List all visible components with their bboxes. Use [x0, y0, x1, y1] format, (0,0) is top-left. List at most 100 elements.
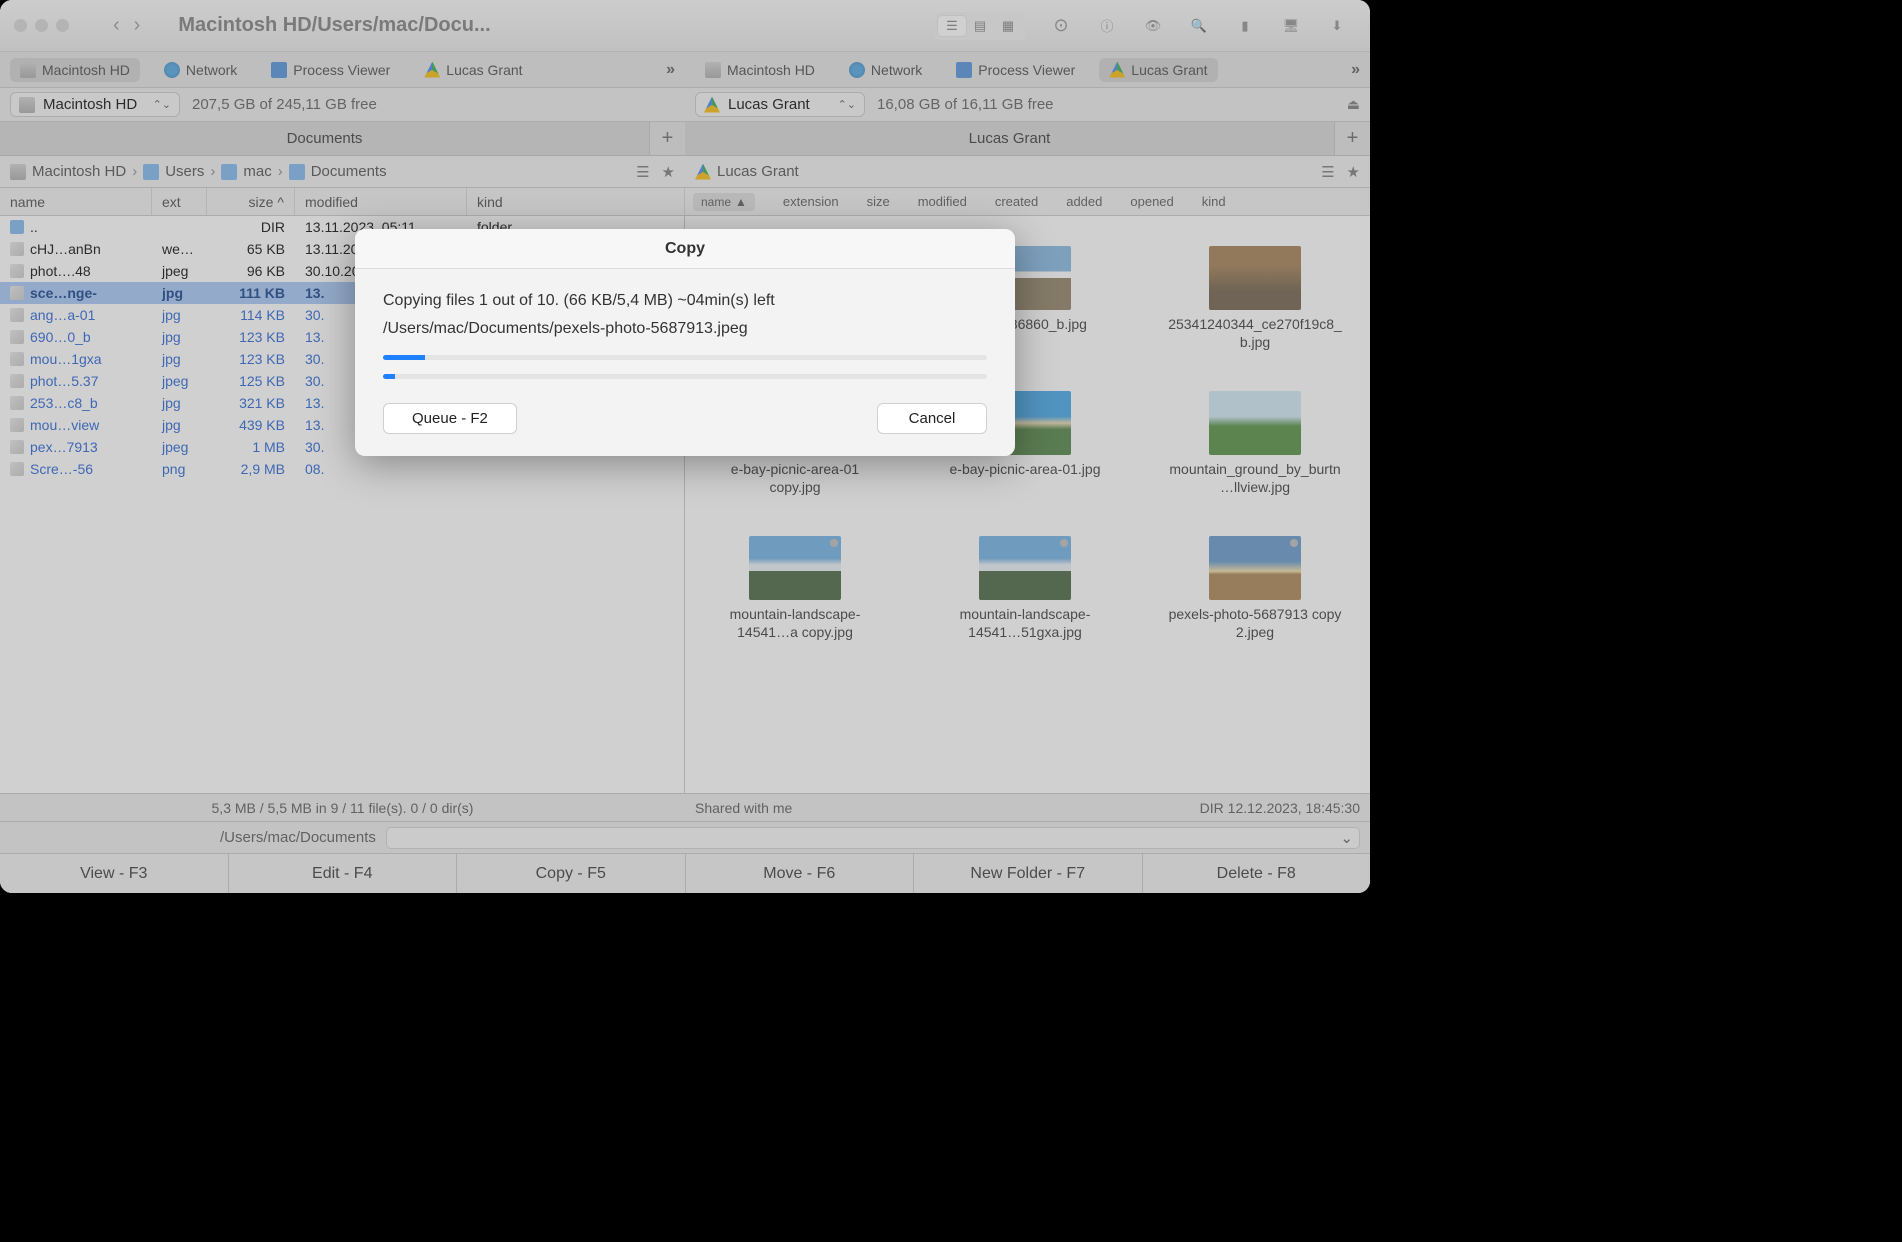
file-icon — [10, 264, 24, 278]
column-view-icon[interactable]: ▤ — [966, 16, 994, 36]
breadcrumb-item[interactable]: Users — [165, 163, 204, 180]
col-extension[interactable]: extension — [783, 194, 839, 209]
file-size: 321 KB — [207, 395, 295, 411]
fkey-button[interactable]: Copy - F5 — [457, 854, 686, 893]
favorite-tab[interactable]: Macintosh HD — [10, 58, 140, 82]
tab-icon — [705, 62, 721, 78]
chevron-icon: ⌃⌄ — [153, 98, 171, 111]
queue-button[interactable]: Queue - F2 — [383, 403, 517, 434]
col-added[interactable]: added — [1066, 194, 1102, 209]
more-icon[interactable]: » — [1351, 61, 1360, 79]
file-name: pex…7913 — [30, 439, 98, 455]
grid-item-name: pexels-photo-5687913 copy 2.jpeg — [1165, 606, 1345, 641]
fkey-button[interactable]: View - F3 — [0, 854, 229, 893]
fkey-button[interactable]: Move - F6 — [686, 854, 915, 893]
breadcrumb-item: Lucas Grant — [717, 163, 799, 180]
back-icon[interactable]: ‹ — [113, 14, 120, 37]
col-size[interactable]: size^ — [207, 188, 295, 215]
left-breadcrumb[interactable]: Macintosh HD›Users›mac›Documents☰★ — [0, 156, 685, 187]
col-kind[interactable]: kind — [1202, 194, 1226, 209]
grid-item[interactable]: 25341240344_ce270f19c8_b.jpg — [1165, 246, 1345, 351]
list-toggle-icon[interactable]: ☰ — [636, 163, 649, 181]
grid-item[interactable]: mountain-landscape-14541…51gxa.jpg — [935, 536, 1115, 641]
left-drive-select[interactable]: Macintosh HD ⌃⌄ — [10, 92, 180, 117]
right-status-b: DIR 12.12.2023, 18:45:30 — [1200, 800, 1360, 816]
right-breadcrumb[interactable]: Lucas Grant ☰ ★ — [685, 156, 1370, 187]
fkey-button[interactable]: Delete - F8 — [1143, 854, 1371, 893]
forward-icon[interactable]: › — [134, 14, 141, 37]
left-dirtab[interactable]: Documents — [0, 122, 649, 155]
file-ext: jpeg — [152, 263, 207, 279]
breadcrumb-item[interactable]: mac — [243, 163, 271, 180]
right-dirtab[interactable]: Lucas Grant — [685, 122, 1334, 155]
star-icon[interactable]: ★ — [662, 163, 675, 181]
col-ext[interactable]: ext — [152, 188, 207, 215]
breadcrumb-item[interactable]: Macintosh HD — [32, 163, 126, 180]
right-drive-select[interactable]: Lucas Grant ⌃⌄ — [695, 92, 865, 117]
favorite-tab[interactable]: Macintosh HD — [695, 58, 825, 82]
file-ext: we… — [152, 241, 207, 257]
col-opened[interactable]: opened — [1130, 194, 1173, 209]
cancel-button[interactable]: Cancel — [877, 403, 987, 434]
star-icon[interactable]: ★ — [1347, 163, 1360, 181]
file-size: 2,9 MB — [207, 461, 295, 477]
path-dropdown[interactable]: ⌄ — [386, 827, 1360, 849]
grid-item-name: 25341240344_ce270f19c8_b.jpg — [1165, 316, 1345, 351]
info-icon[interactable]: ⓘ — [1096, 16, 1118, 35]
col-name[interactable]: name — [0, 188, 152, 215]
file-name: sce…nge- — [30, 285, 97, 301]
tab-icon — [20, 62, 36, 78]
download-icon[interactable]: ⬇ — [1326, 18, 1348, 34]
file-icon — [10, 396, 24, 410]
path-row: /Users/mac/Documents ⌄ — [0, 821, 1370, 853]
toggle-icon[interactable]: ⊙ — [1050, 15, 1072, 36]
left-newtab[interactable]: + — [649, 122, 685, 155]
col-size[interactable]: size — [867, 194, 890, 209]
grid-item[interactable]: mountain-landscape-14541…a copy.jpg — [705, 536, 885, 641]
grid-view-icon[interactable]: ▦ — [994, 16, 1022, 36]
grid-item[interactable]: pexels-photo-5687913 copy 2.jpeg — [1165, 536, 1345, 641]
file-icon — [10, 352, 24, 366]
file-icon — [10, 286, 24, 300]
chevron-down-icon: ⌄ — [1340, 829, 1353, 847]
file-size: 439 KB — [207, 417, 295, 433]
tab-label: Process Viewer — [978, 62, 1075, 78]
fkey-button[interactable]: New Folder - F7 — [914, 854, 1143, 893]
grid-item[interactable]: mountain_ground_by_burtn…llview.jpg — [1165, 391, 1345, 496]
right-status-a: Shared with me — [695, 800, 792, 816]
col-name[interactable]: name ▲ — [693, 193, 755, 211]
col-created[interactable]: created — [995, 194, 1038, 209]
file-ext: jpg — [152, 307, 207, 323]
traffic-lights[interactable] — [14, 19, 69, 32]
favorite-tab[interactable]: Network — [839, 58, 932, 82]
breadcrumb-item[interactable]: Documents — [311, 163, 387, 180]
nav-arrows[interactable]: ‹ › — [113, 14, 140, 37]
file-ext: jpg — [152, 329, 207, 345]
col-modified[interactable]: modified — [295, 188, 467, 215]
list-view-icon[interactable]: ☰ — [938, 16, 966, 36]
view-mode-segment[interactable]: ☰ ▤ ▦ — [934, 12, 1026, 40]
more-icon[interactable]: » — [666, 61, 675, 79]
favorite-tab[interactable]: Process Viewer — [261, 58, 400, 82]
col-kind[interactable]: kind — [467, 188, 685, 215]
list-toggle-icon[interactable]: ☰ — [1321, 163, 1334, 181]
favorite-tab[interactable]: Lucas Grant — [414, 58, 532, 82]
favorite-tab[interactable]: Network — [154, 58, 247, 82]
display-icon[interactable]: 🖥 — [1280, 18, 1302, 34]
file-ext: jpg — [152, 285, 207, 301]
favorite-tab[interactable]: Process Viewer — [946, 58, 1085, 82]
right-newtab[interactable]: + — [1334, 122, 1370, 155]
fkey-button[interactable]: Edit - F4 — [229, 854, 458, 893]
file-name: cHJ…anBn — [30, 241, 101, 257]
eject-icon[interactable]: ⏏ — [1347, 96, 1360, 113]
eye-icon[interactable]: 👁 — [1142, 18, 1164, 34]
file-row[interactable]: Scre…-56png2,9 MB08. — [0, 458, 684, 480]
tab-label: Network — [186, 62, 237, 78]
tab-icon — [164, 62, 180, 78]
col-modified[interactable]: modified — [918, 194, 967, 209]
columns-icon[interactable]: ▮ — [1234, 18, 1256, 34]
binoculars-icon[interactable]: 🔍 — [1188, 18, 1210, 34]
tab-label: Lucas Grant — [1131, 62, 1207, 78]
favorite-tab[interactable]: Lucas Grant — [1099, 58, 1217, 82]
file-size: 123 KB — [207, 329, 295, 345]
